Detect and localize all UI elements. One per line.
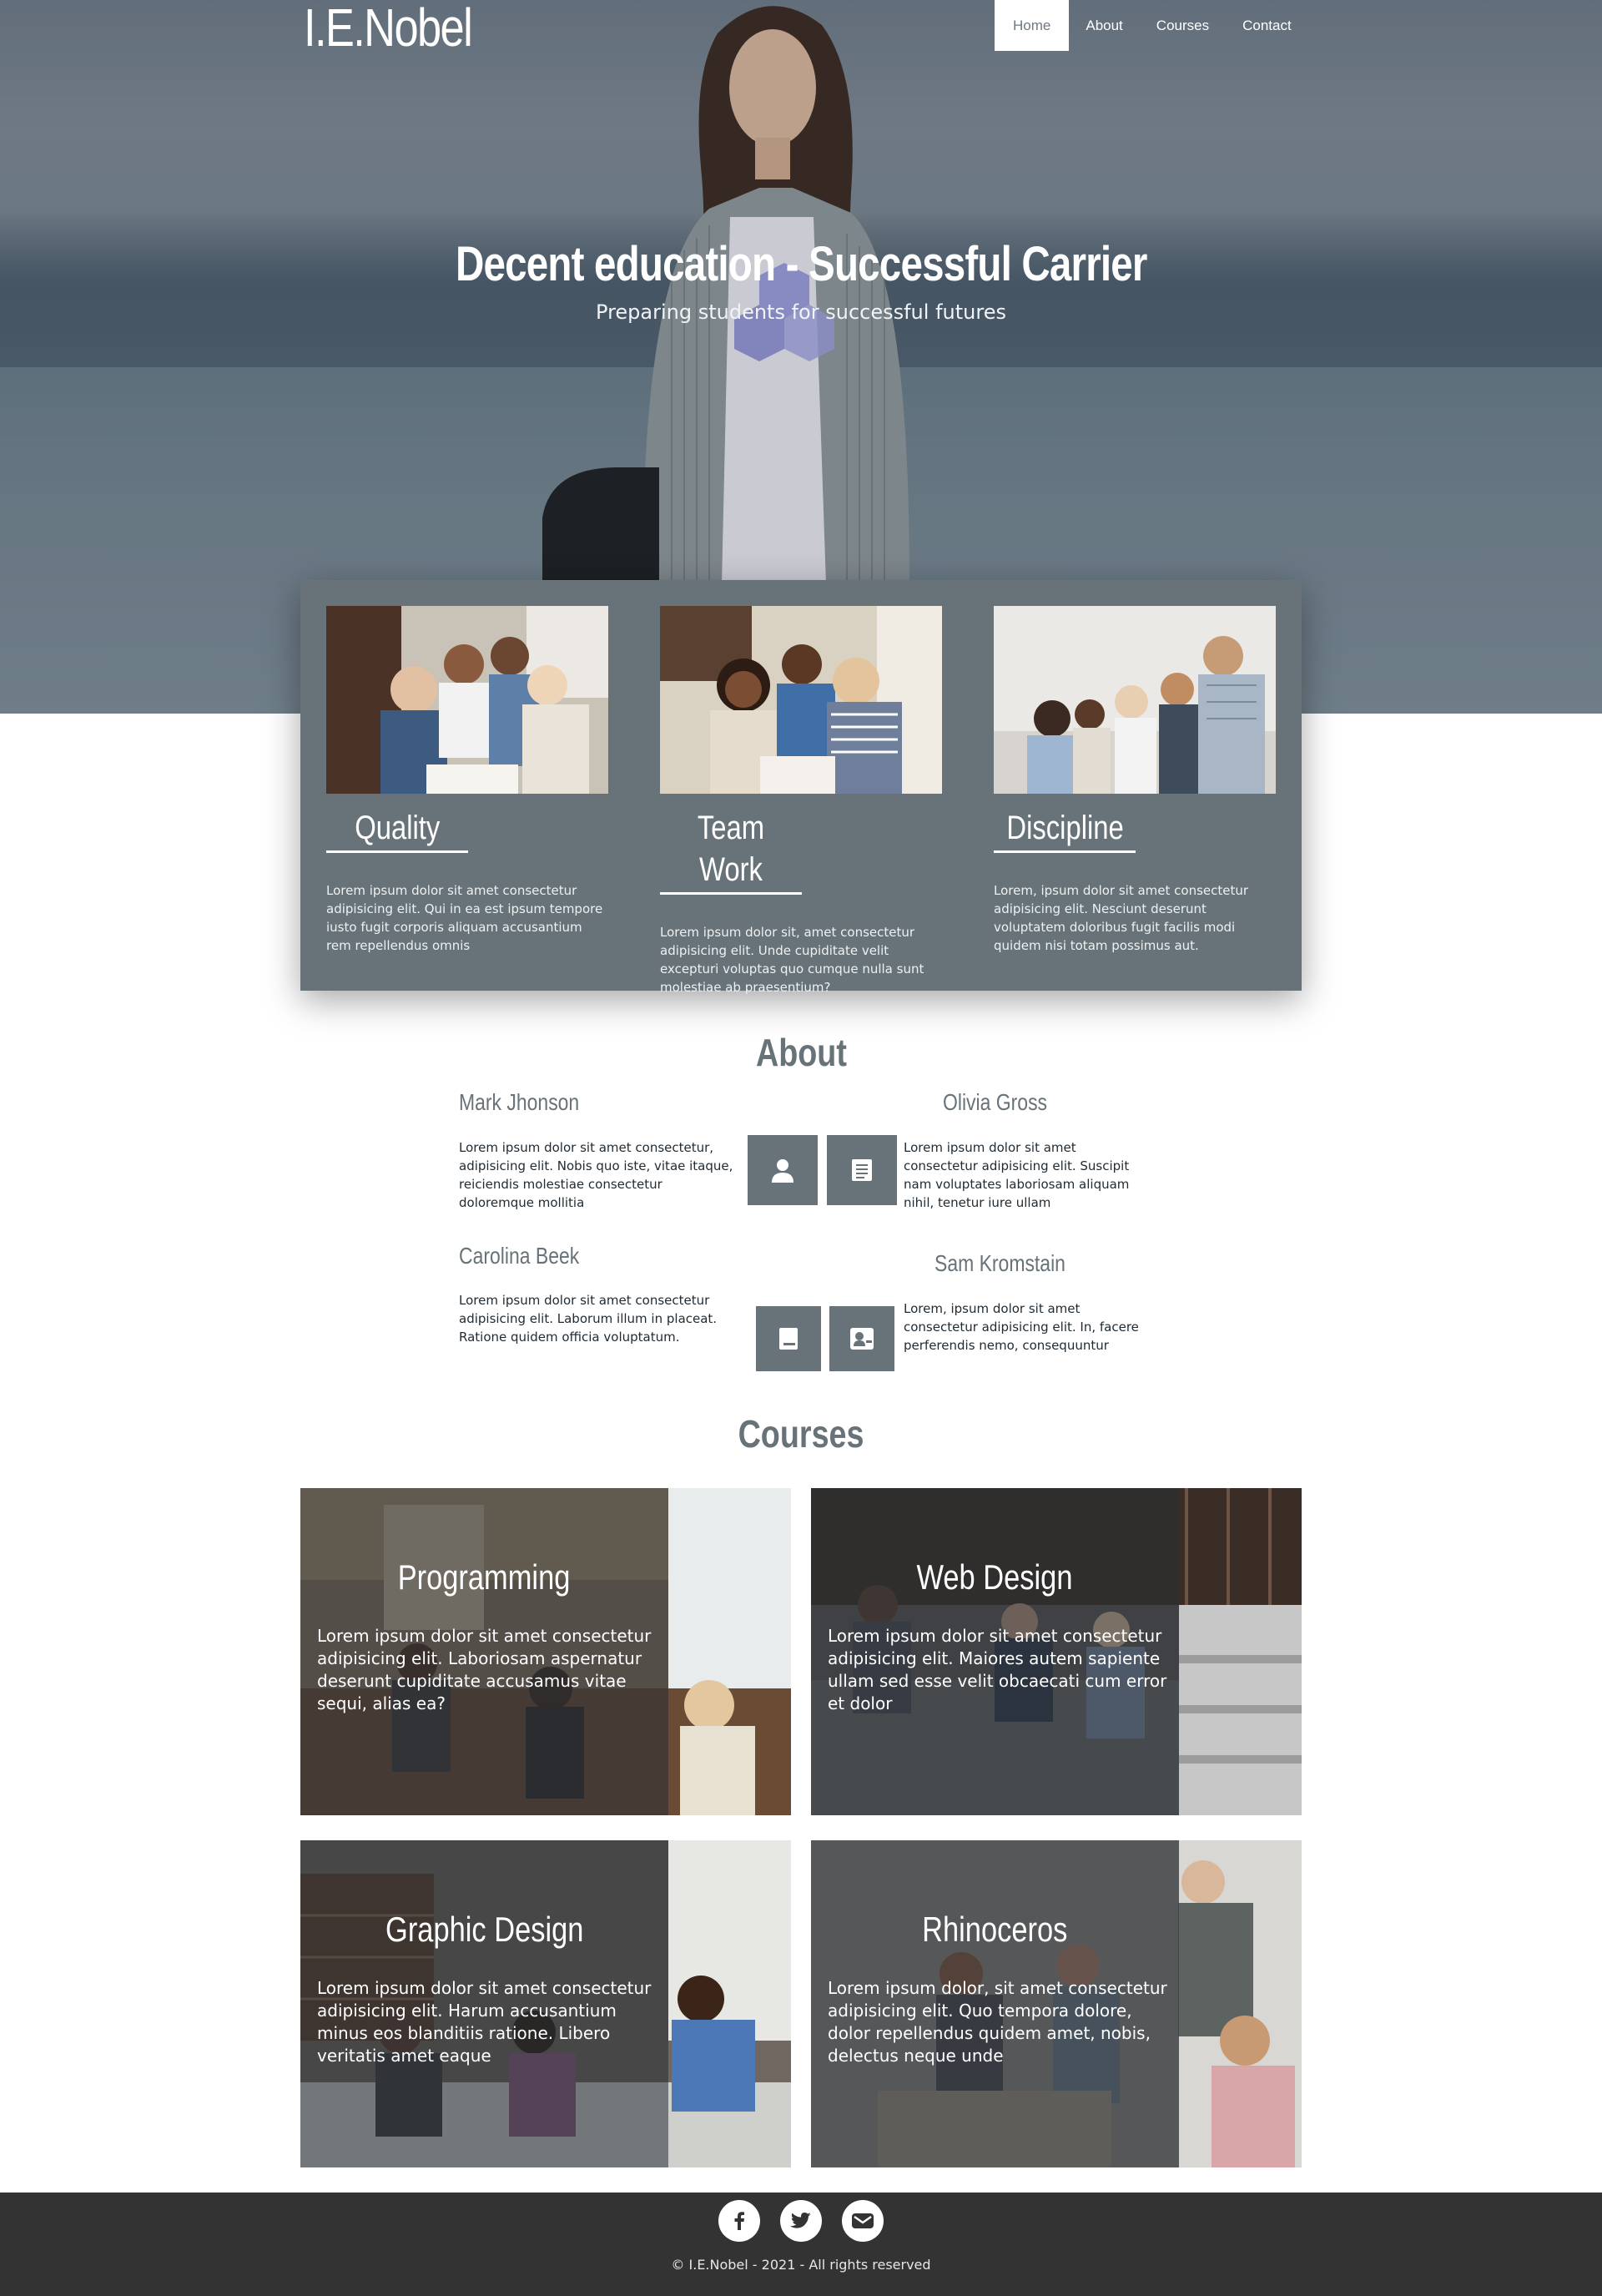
- twitter-link[interactable]: [780, 2200, 822, 2242]
- about-title: About: [755, 1031, 847, 1074]
- facebook-link[interactable]: [718, 2200, 760, 2242]
- email-icon: [852, 2213, 874, 2228]
- feature-discipline-text: Lorem, ipsum dolor sit amet consectetur …: [994, 883, 1249, 953]
- course-web-design-title: Web Design: [917, 1557, 1073, 1597]
- feature-quality-title: Quality: [326, 807, 468, 853]
- member-text-olivia: Lorem ipsum dolor sit amet consectetur a…: [904, 1140, 1130, 1210]
- member-name-olivia: Olivia Gross: [943, 1089, 1048, 1115]
- feature-team-work-text: Lorem ipsum dolor sit, amet consectetur …: [660, 925, 924, 995]
- facebook-icon: [734, 2212, 744, 2230]
- member-text-carolina: Lorem ipsum dolor sit amet consectetur a…: [459, 1293, 718, 1345]
- copyright-text: © I.E.Nobel - 2021 - All rights reserved: [671, 2257, 931, 2273]
- hero-subtitle: Preparing students for successful future…: [596, 300, 1006, 324]
- course-programming-text: Lorem ipsum dolor sit amet consectetur a…: [317, 1626, 652, 1713]
- document-icon: [852, 1159, 872, 1181]
- feature-team-work-title: Team Work: [660, 807, 802, 895]
- twitter-icon: [790, 2213, 811, 2228]
- course-card-programming[interactable]: Programming Lorem ipsum dolor sit amet c…: [300, 1488, 791, 1815]
- member-name-carolina: Carolina Beek: [459, 1243, 580, 1269]
- feature-quality: Quality Lorem ipsum dolor sit amet conse…: [326, 606, 608, 955]
- course-graphic-design-title: Graphic Design: [385, 1910, 584, 1949]
- course-card-graphic-design[interactable]: Graphic Design Lorem ipsum dolor sit ame…: [300, 1840, 791, 2167]
- email-link[interactable]: [842, 2200, 884, 2242]
- nav-about[interactable]: About: [1069, 0, 1139, 51]
- feature-team-work-image: [660, 606, 942, 794]
- nav-home[interactable]: Home: [995, 0, 1070, 51]
- member-icon-box-carolina[interactable]: [756, 1306, 821, 1371]
- feature-team-work: Team Work Lorem ipsum dolor sit, amet co…: [660, 606, 942, 997]
- nav-courses[interactable]: Courses: [1140, 0, 1226, 51]
- course-rhinoceros-title: Rhinoceros: [922, 1910, 1068, 1949]
- member-icon-box-olivia[interactable]: [827, 1135, 897, 1205]
- nav-contact[interactable]: Contact: [1226, 0, 1308, 51]
- feature-quality-image: [326, 606, 608, 794]
- user-icon: [772, 1159, 793, 1183]
- course-rhinoceros-text: Lorem ipsum dolor, sit amet consectetur …: [828, 1978, 1167, 2066]
- member-text-sam: Lorem, ipsum dolor sit amet consectetur …: [904, 1301, 1139, 1353]
- hero-title: Decent education - Successful Carrier: [455, 237, 1147, 291]
- feature-discipline-image: [994, 606, 1276, 794]
- courses-title: Courses: [738, 1412, 864, 1456]
- feature-discipline-title: Discipline: [994, 807, 1136, 853]
- contact-card-icon: [850, 1328, 874, 1350]
- course-programming-title: Programming: [398, 1557, 571, 1597]
- member-name-sam: Sam Kromstain: [934, 1250, 1065, 1276]
- course-card-web-design[interactable]: Web Design Lorem ipsum dolor sit amet co…: [811, 1488, 1302, 1815]
- member-name-mark: Mark Jhonson: [459, 1089, 580, 1115]
- course-web-design-text: Lorem ipsum dolor sit amet consectetur a…: [828, 1626, 1167, 1713]
- feature-quality-text: Lorem ipsum dolor sit amet consectetur a…: [326, 883, 603, 953]
- feature-discipline: Discipline Lorem, ipsum dolor sit amet c…: [994, 606, 1276, 955]
- brand-logo[interactable]: I.E.Nobel: [304, 0, 473, 55]
- course-card-rhinoceros[interactable]: Rhinoceros Lorem ipsum dolor, sit amet c…: [811, 1840, 1302, 2167]
- member-text-mark: Lorem ipsum dolor sit amet consectetur, …: [459, 1140, 733, 1210]
- main-nav: Home About Courses Contact: [995, 0, 1308, 51]
- book-icon: [779, 1328, 798, 1350]
- member-icon-box-mark[interactable]: [748, 1135, 818, 1205]
- features-card: Quality Lorem ipsum dolor sit amet conse…: [300, 580, 1302, 995]
- member-icon-box-sam[interactable]: [829, 1306, 894, 1371]
- course-graphic-design-text: Lorem ipsum dolor sit amet consectetur a…: [317, 1978, 652, 2066]
